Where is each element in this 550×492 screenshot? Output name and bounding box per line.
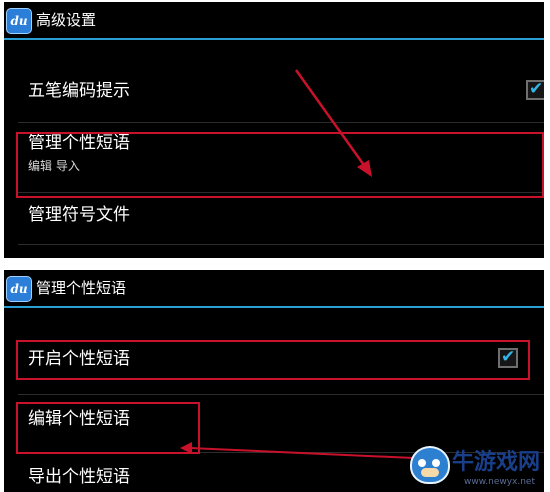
watermark-name: 牛游戏网 (452, 450, 541, 475)
cow-mascot-logo (410, 446, 450, 484)
annotation-arrow (294, 69, 372, 177)
watermark-url: www.newyx.net (464, 477, 536, 487)
site-watermark: 牛游戏网 www.newyx.net (402, 444, 550, 492)
settings-screen-top: du 高级设置 五笔编码提示 ✔ 管理个性短语 编辑 导入 管理符号文件 (4, 2, 544, 258)
